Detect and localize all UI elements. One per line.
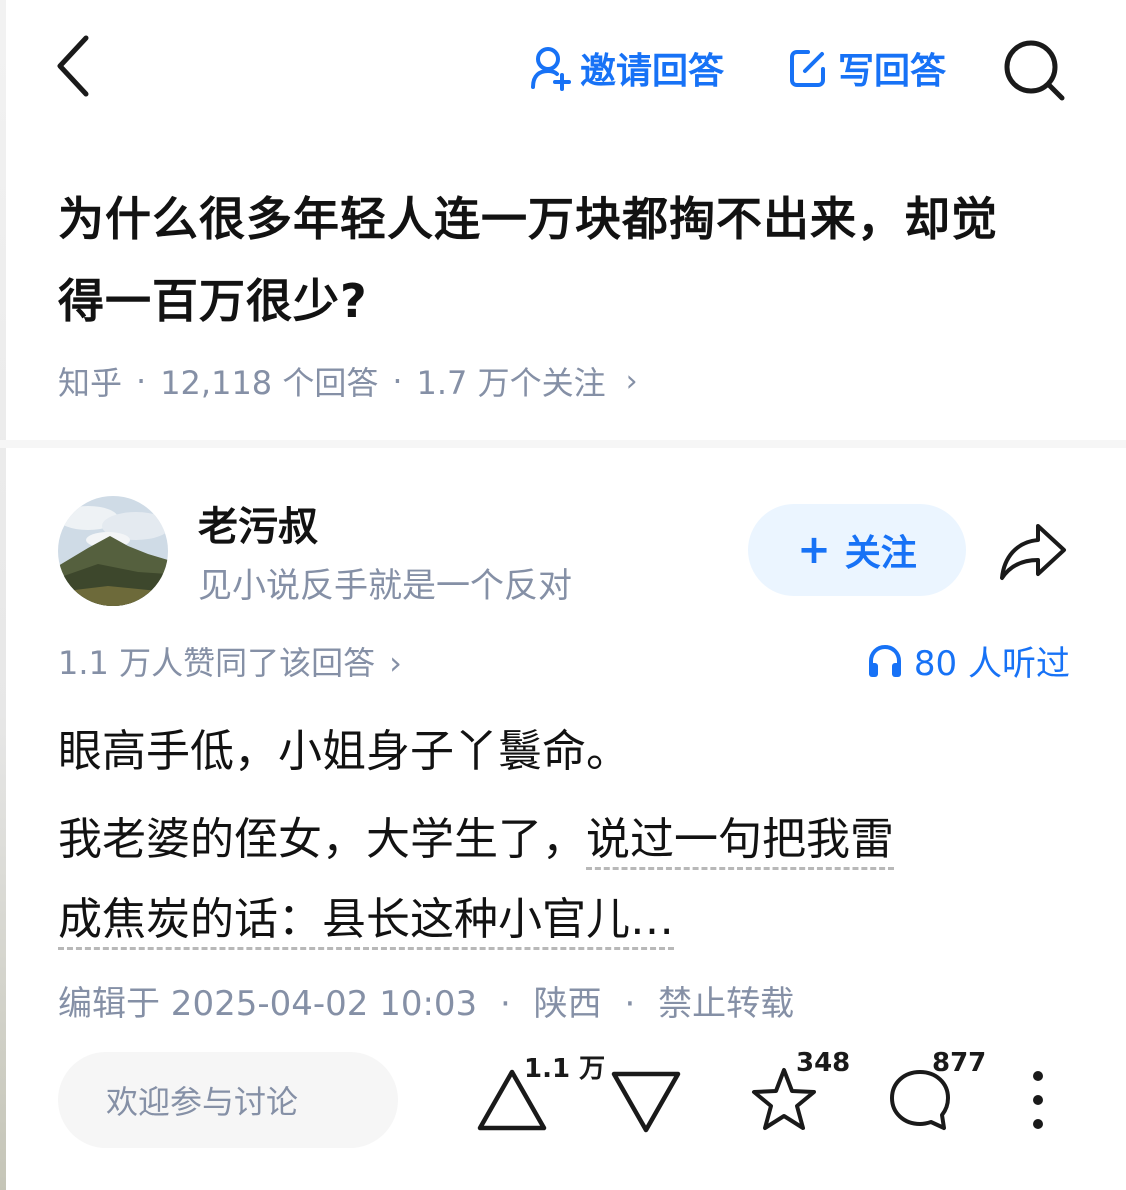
edit-location: 陕西 [533,984,602,1024]
screen-edge [0,0,6,1190]
edit-meta: 编辑于 2025-04-02 10:03 · 陕西 · 禁止转载 [58,976,794,1025]
question-title[interactable]: 为什么很多年轻人连一万块都掏不出来，却觉得一百万很少? [58,178,1038,342]
answer-paragraph-2[interactable]: 我老婆的侄女，大学生了，说过一句把我雷 成焦炭的话：县长这种小官儿… [58,800,1058,960]
chevron-right-icon: › [625,363,638,399]
question-source: 知乎 [58,364,123,402]
author-name[interactable]: 老污叔 [198,494,318,552]
comment-button[interactable]: 877 [884,1048,986,1136]
triangle-down-icon [611,1071,681,1133]
invite-answer-button[interactable]: 邀请回答 [530,40,724,96]
answers-count: 12,118 个回答 [160,364,379,402]
section-divider [0,440,1126,448]
favorite-button[interactable]: 348 [748,1048,850,1136]
upvote-count: 1.1 万 [524,1054,606,1084]
more-vertical-icon [1033,1071,1043,1129]
answer-line-1-start: 我老婆的侄女，大学生了， [58,814,586,865]
meta-separator: · [500,984,511,1024]
avatar[interactable] [58,496,168,606]
share-button[interactable] [996,516,1072,586]
search-button[interactable] [1000,36,1070,106]
answer-line-1-end: 说过一句把我雷 [586,814,894,870]
share-icon [1000,524,1066,580]
listen-count: 80 人听过 [913,644,1070,684]
write-answer-button[interactable]: 写回答 [788,40,946,96]
search-icon [1004,40,1065,101]
comment-placeholder: 欢迎参与讨论 [106,1083,299,1121]
answer-line-2: 成焦炭的话：县长这种小官儿… [58,894,674,950]
followers-count: 1.7 万个关注 [416,364,606,402]
add-user-icon [531,47,571,91]
avatar-image [58,496,168,606]
chevron-right-icon: › [389,644,402,682]
meta-separator: · [136,362,147,400]
top-bar: 邀请回答 写回答 [0,0,1126,140]
back-button[interactable] [48,30,108,102]
meta-separator: · [624,984,636,1024]
edit-time: 编辑于 2025-04-02 10:03 [58,984,478,1024]
author-bio: 见小说反手就是一个反对 [198,566,572,606]
question-meta[interactable]: 知乎 · 12,118 个回答 · 1.7 万个关注 › [58,356,638,406]
comment-input[interactable]: 欢迎参与讨论 [58,1052,398,1148]
vote-summary[interactable]: 1.1 万人赞同了该回答 › [58,638,402,684]
edit-icon [790,50,825,87]
plus-icon: + [797,527,831,573]
comment-count: 877 [932,1048,987,1078]
copyright-note: 禁止转载 [658,984,795,1024]
follow-button[interactable]: + 关注 [748,504,966,596]
meta-separator: · [392,362,403,400]
listen-button[interactable]: 80 人听过 [866,636,1070,685]
screen: 邀请回答 写回答 为什么很多年轻人连一万块都掏不出来，却觉得一百万很少? 知乎 … [0,0,1126,1190]
downvote-button[interactable] [608,1066,684,1136]
answer-paragraph-1: 眼高手低，小姐身子丫鬟命。 [58,726,630,777]
vote-summary-text: 1.1 万人赞同了该回答 [58,644,376,682]
write-answer-label: 写回答 [838,51,947,92]
headphones-icon [868,644,901,677]
favorite-count: 348 [796,1048,851,1078]
chevron-left-icon [57,35,89,97]
invite-answer-label: 邀请回答 [580,51,725,92]
upvote-button[interactable]: 1.1 万 [474,1054,605,1136]
follow-label: 关注 [844,533,917,574]
more-options-button[interactable] [1026,1068,1050,1132]
